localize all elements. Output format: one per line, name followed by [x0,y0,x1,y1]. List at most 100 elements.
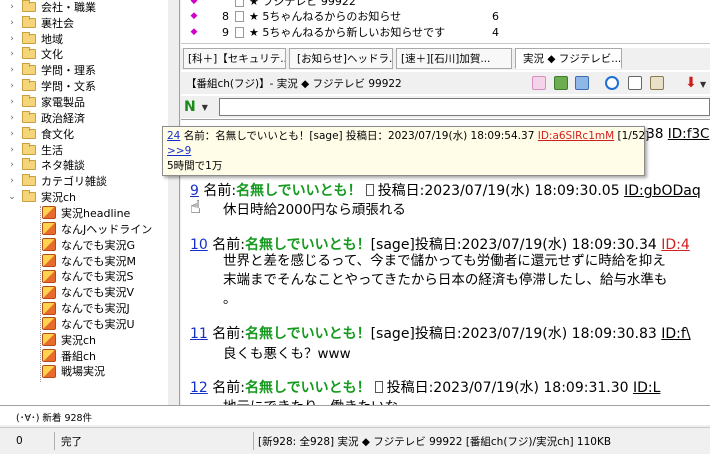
post-id[interactable]: ID:f\ [661,326,690,342]
tree-item[interactable]: なんでも実況S [42,268,133,284]
status-counter: 0 [16,435,23,447]
expander-icon[interactable]: › [6,34,18,44]
thread-row[interactable]: ◆ 9 ★ 5ちゃんねるから新しいお知らせです 4 [181,25,710,40]
expander-icon[interactable]: › [6,49,18,59]
new-count-text: (･∀･) 新着 928件 [16,413,93,424]
post-number[interactable]: 10 [190,237,208,253]
post-header: 10 名前:名無しでいいとも！[sage]投稿日:2023/07/19(水) 1… [190,234,690,254]
fragment-id[interactable]: ID:f3C [668,126,710,142]
post-id[interactable]: ID:L [633,380,660,396]
board-tree[interactable]: › 会社・職業 › 裏社会 › 地域 › 文化 › 学問・理系 › 学問・文系 › 家電製品 › 政治経済 › 食… [0,0,180,405]
thread-tabs: [科＋]【セキュリテ... [お知らせ]ヘッドラ... [速＋][石川]加賀..… [181,48,710,70]
board-icon [42,238,56,252]
post-date: 投稿日:2023/07/19(水) 18:09:30.05 [377,183,625,199]
page-icon [235,26,244,38]
tree-item-label: なんでも実況M [61,254,136,268]
document-icon[interactable] [628,76,642,90]
dropdown-arrow-icon[interactable]: ▼ [202,103,208,112]
expander-icon[interactable]: ⌄ [6,192,18,202]
post-header: 12 名前:名無しでいいとも！ 投稿日:2023/07/19(水) 18:09:3… [190,377,660,397]
tree-item[interactable]: なんでも実況G [42,237,135,253]
folder-icon [22,158,36,171]
pen-icon[interactable] [650,76,664,90]
menu-arrow-icon[interactable]: ▼ [700,80,706,89]
tree-item[interactable]: › 政治経済 [10,110,85,126]
tab-ishikawa[interactable]: [速＋][石川]加賀... [396,48,512,69]
board-icon [42,269,56,283]
refresh-icon[interactable] [605,76,619,90]
expander-icon[interactable]: › [6,97,18,107]
expander-icon[interactable]: › [6,160,18,170]
tree-item-label: 戦場実況 [61,365,105,379]
box-icon [374,381,383,393]
tree-item[interactable]: › 裏社会 [10,15,74,31]
tree-scrollbar[interactable] [168,0,179,405]
tree-item-label: なんでも実況S [61,270,134,284]
tree-item[interactable]: › カテゴリ雑談 [10,173,107,189]
tree-item[interactable]: なんJヘッドライン [42,221,152,237]
tree-item[interactable]: › 学問・理系 [10,62,96,78]
sage-tag: [sage] [370,326,415,342]
tree-item[interactable]: なんでも実況U [42,316,135,332]
image-icon[interactable] [554,76,568,90]
thread-row[interactable]: ◆ ★ フジテレビ 99922 [181,0,710,8]
expander-icon[interactable]: › [6,113,18,123]
tab-security[interactable]: [科＋]【セキュリテ... [183,48,286,69]
tree-item[interactable]: › 会社・職業 [10,0,96,15]
main-pane: ◆ ★ フジテレビ 99922 ◆ 8 ★ 5ちゃんねるからのお知らせ 6 ◆ … [181,0,710,405]
status-bar: 0 完了 [新928: 全928] 実況 ◆ フジテレビ 99922 [番組ch… [0,427,710,454]
tab-label: [お知らせ]ヘッドラ... [297,53,393,65]
tree-item[interactable]: › 地域 [10,31,63,47]
tree-item[interactable]: 番組ch [42,348,96,364]
tree-item[interactable]: 実況headline [42,205,130,221]
popup-anchor-link[interactable]: >>9 [167,144,640,159]
tree-item[interactable]: › ネタ雑談 [10,158,85,174]
folder-icon [22,94,36,107]
post-line: 地元にできたり、働きたいな [223,395,398,405]
tree-item[interactable]: なんでも実況J [42,300,130,316]
post-number[interactable]: 11 [190,326,208,342]
popup-id[interactable]: ID:a6SlRc1mM [538,130,614,142]
expander-icon[interactable]: › [6,129,18,139]
tab-fujitv-live[interactable]: 実況 ◆ フジテレビ... [515,48,622,69]
expander-icon[interactable]: › [6,145,18,155]
tree-item[interactable]: › 文化 [10,47,63,63]
url-input[interactable] [219,98,710,116]
tab-news[interactable]: [お知らせ]ヘッドラ... [289,48,393,69]
tree-item-label: 文化 [41,48,63,62]
post-date: 投稿日:2023/07/19(水) 18:09:31.30 [386,380,633,396]
tree-item[interactable]: › 食文化 [10,126,74,142]
post-id[interactable]: ID:gbODaq [624,183,701,199]
tree-item-label: 生活 [41,143,63,157]
tree-item-label: 家電製品 [41,96,85,109]
write-icon[interactable] [532,76,546,90]
tree-item[interactable]: › 家電製品 [10,94,85,110]
folder-icon [22,15,36,28]
popup-res-number[interactable]: 24 [167,130,180,142]
n-icon[interactable]: N [184,99,196,115]
tree-item[interactable]: なんでも実況M [42,253,136,269]
expander-icon[interactable]: › [6,176,18,186]
html-icon[interactable] [575,76,589,90]
post-id[interactable]: ID:4 [661,237,690,253]
board-icon [42,222,56,236]
arrow-down-icon[interactable]: ⬇ [684,76,698,90]
thread-row[interactable]: ◆ 8 ★ 5ちゃんねるからのお知らせ 6 [181,9,710,24]
tree-item[interactable]: なんでも実況V [42,284,134,300]
expander-icon[interactable]: › [6,81,18,91]
tree-item-label: なんでも実況J [61,302,130,316]
res-popup: 24 名前：名無しでいいとも！[sage] 投稿日：2023/07/19(水) … [162,126,649,176]
tree-item[interactable]: › 学問・文系 [10,78,96,94]
expander-icon[interactable]: › [6,18,18,28]
tab-label: [科＋]【セキュリテ... [188,53,286,65]
expander-icon[interactable]: › [6,65,18,75]
tree-item[interactable]: 実況ch [42,332,96,348]
post-date: 投稿日:2023/07/19(水) 18:09:30.83 [414,326,662,342]
folder-icon [22,110,36,123]
post-number[interactable]: 12 [190,380,208,396]
tree-item[interactable]: ⌄ 実況ch [8,189,76,205]
expander-icon[interactable]: › [6,2,18,12]
tree-item[interactable]: 戦場実況 [42,364,105,380]
tree-item[interactable]: › 生活 [10,142,63,158]
thread-number: 8 [222,9,229,23]
